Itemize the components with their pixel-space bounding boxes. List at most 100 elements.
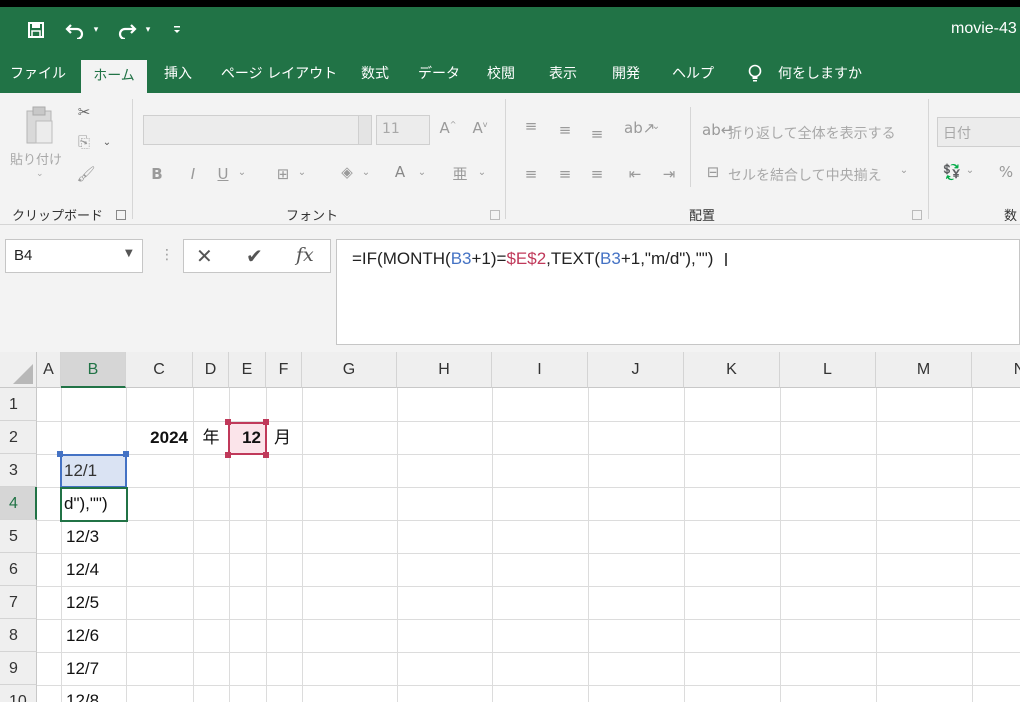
currency-icon[interactable]: 💱 <box>940 163 964 181</box>
align-bottom-icon[interactable]: ≡ <box>586 125 608 143</box>
alignment-launcher-icon[interactable] <box>912 210 922 220</box>
underline-button[interactable]: U <box>214 165 232 183</box>
align-left-icon[interactable]: ≡ <box>520 165 542 183</box>
cell-e2[interactable]: 12 <box>228 422 264 453</box>
col-header-b[interactable]: B <box>61 352 126 388</box>
select-all-corner[interactable] <box>0 352 37 388</box>
row-header-7[interactable]: 7 <box>0 586 37 619</box>
tab-developer[interactable]: 開発 <box>603 56 649 93</box>
tab-data[interactable]: データ <box>410 56 468 93</box>
formula-input[interactable]: =IF(MONTH(B3+1)=$E$2,TEXT(B3+1,"m/d"),""… <box>336 239 1020 345</box>
col-header-d[interactable]: D <box>193 352 229 388</box>
row-header-1[interactable]: 1 <box>0 388 37 421</box>
tab-help[interactable]: ヘルプ <box>664 56 722 93</box>
col-header-h[interactable]: H <box>397 352 492 388</box>
italic-button[interactable]: I <box>184 165 202 183</box>
col-header-k[interactable]: K <box>684 352 780 388</box>
cell-b3[interactable]: 12/1 <box>64 455 124 486</box>
cell-f2[interactable]: 月 <box>268 422 302 453</box>
undo-dropdown-icon[interactable]: ▾ <box>89 17 103 43</box>
col-header-a[interactable]: A <box>37 352 61 388</box>
undo-icon[interactable] <box>62 17 88 43</box>
redo-icon[interactable] <box>114 17 140 43</box>
tab-home[interactable]: ホーム <box>81 60 147 93</box>
col-header-m[interactable]: M <box>876 352 972 388</box>
format-painter-icon[interactable]: 🖌 <box>76 165 96 183</box>
clipboard-launcher-icon[interactable] <box>116 210 126 220</box>
customize-qat-icon[interactable] <box>170 17 184 43</box>
redo-dropdown-icon[interactable]: ▾ <box>141 17 155 43</box>
row-header-8[interactable]: 8 <box>0 619 37 652</box>
row-header-4[interactable]: 4 <box>0 487 37 520</box>
cell-b5[interactable]: 12/3 <box>66 521 99 552</box>
cell-b4[interactable]: d"),"") <box>64 488 126 519</box>
font-color-icon[interactable]: A <box>390 163 410 181</box>
border-icon[interactable]: ⊞ <box>272 165 294 183</box>
row-header-6[interactable]: 6 <box>0 553 37 586</box>
cell-d2[interactable]: 年 <box>194 422 228 453</box>
align-right-icon[interactable]: ≡ <box>586 165 608 183</box>
row-header-3[interactable]: 3 <box>0 454 37 487</box>
tab-page-layout[interactable]: ページ レイアウト <box>216 56 342 93</box>
row-header-5[interactable]: 5 <box>0 520 37 553</box>
orientation-icon[interactable]: ab↗ <box>624 119 655 137</box>
font-launcher-icon[interactable] <box>490 210 500 220</box>
cell-b6[interactable]: 12/4 <box>66 554 99 585</box>
decrease-indent-icon[interactable]: ⇤ <box>624 165 646 183</box>
tab-file[interactable]: ファイル <box>4 56 72 93</box>
wrap-text-button[interactable]: ab↵ 折り返して全体を表示する <box>702 121 912 145</box>
col-header-i[interactable]: I <box>492 352 588 388</box>
border-dropdown-icon[interactable]: ⌄ <box>296 167 308 178</box>
bold-button[interactable]: B <box>148 165 166 183</box>
col-header-c[interactable]: C <box>126 352 193 388</box>
enter-button[interactable]: ✔ <box>246 244 263 268</box>
percent-button[interactable]: % <box>996 163 1016 181</box>
phonetic-dropdown-icon[interactable]: ⌄ <box>476 167 488 178</box>
font-color-dropdown-icon[interactable]: ⌄ <box>416 167 428 178</box>
font-name-dropdown-icon[interactable] <box>358 115 372 145</box>
font-size-select[interactable]: 11 <box>376 115 430 145</box>
cell-b8[interactable]: 12/6 <box>66 620 99 651</box>
underline-dropdown-icon[interactable]: ⌄ <box>236 167 248 178</box>
col-header-g[interactable]: G <box>302 352 397 388</box>
save-icon[interactable] <box>24 17 48 43</box>
number-format-select[interactable]: 日付 <box>937 117 1020 147</box>
increase-indent-icon[interactable]: ⇥ <box>658 165 680 183</box>
copy-dropdown-icon[interactable]: ⌄ <box>100 137 114 148</box>
row-header-2[interactable]: 2 <box>0 421 37 454</box>
decrease-font-icon[interactable]: Av <box>470 119 490 137</box>
phonetic-icon[interactable]: 亜 <box>450 163 470 184</box>
cell-c2[interactable]: 2024 <box>126 422 192 453</box>
paste-button[interactable]: 貼り付け ⌄ <box>10 99 70 191</box>
cell-b7[interactable]: 12/5 <box>66 587 99 618</box>
tab-view[interactable]: 表示 <box>540 56 586 93</box>
cancel-button[interactable]: ✕ <box>196 244 213 268</box>
copy-icon[interactable]: ⎘ <box>74 133 94 151</box>
font-name-select[interactable] <box>143 115 371 145</box>
orientation-dropdown-icon[interactable]: ⌄ <box>650 121 662 132</box>
cell-b10[interactable]: 12/8 <box>66 685 99 702</box>
col-header-e[interactable]: E <box>229 352 266 388</box>
col-header-n[interactable]: N <box>972 352 1020 388</box>
insert-function-button[interactable]: fx <box>296 244 314 266</box>
col-header-l[interactable]: L <box>780 352 876 388</box>
align-center-icon[interactable]: ≡ <box>554 165 576 183</box>
worksheet-grid[interactable]: A B C D E F G H I J K L M N 1 2 3 4 5 6 … <box>0 352 1020 702</box>
lightbulb-icon[interactable] <box>744 56 766 93</box>
currency-dropdown-icon[interactable]: ⌄ <box>964 165 976 176</box>
name-box-dropdown-icon[interactable]: ▼ <box>125 248 133 259</box>
fill-dropdown-icon[interactable]: ⌄ <box>360 167 372 178</box>
scissors-icon[interactable]: ✂ <box>74 103 94 121</box>
align-top-icon[interactable]: ≡ <box>520 117 542 135</box>
col-header-j[interactable]: J <box>588 352 684 388</box>
col-header-f[interactable]: F <box>266 352 302 388</box>
tell-me-search[interactable]: 何をしますか <box>778 56 864 93</box>
tab-review[interactable]: 校閲 <box>478 56 524 93</box>
row-header-9[interactable]: 9 <box>0 652 37 685</box>
merge-center-button[interactable]: ⊟ セルを結合して中央揃え ⌄ <box>702 163 917 187</box>
tab-insert[interactable]: 挿入 <box>154 56 202 93</box>
cell-b9[interactable]: 12/7 <box>66 653 99 684</box>
fill-color-icon[interactable]: ◈ <box>336 163 358 181</box>
name-box[interactable]: B4 <box>5 239 143 273</box>
row-header-10[interactable]: 10 <box>0 685 37 702</box>
